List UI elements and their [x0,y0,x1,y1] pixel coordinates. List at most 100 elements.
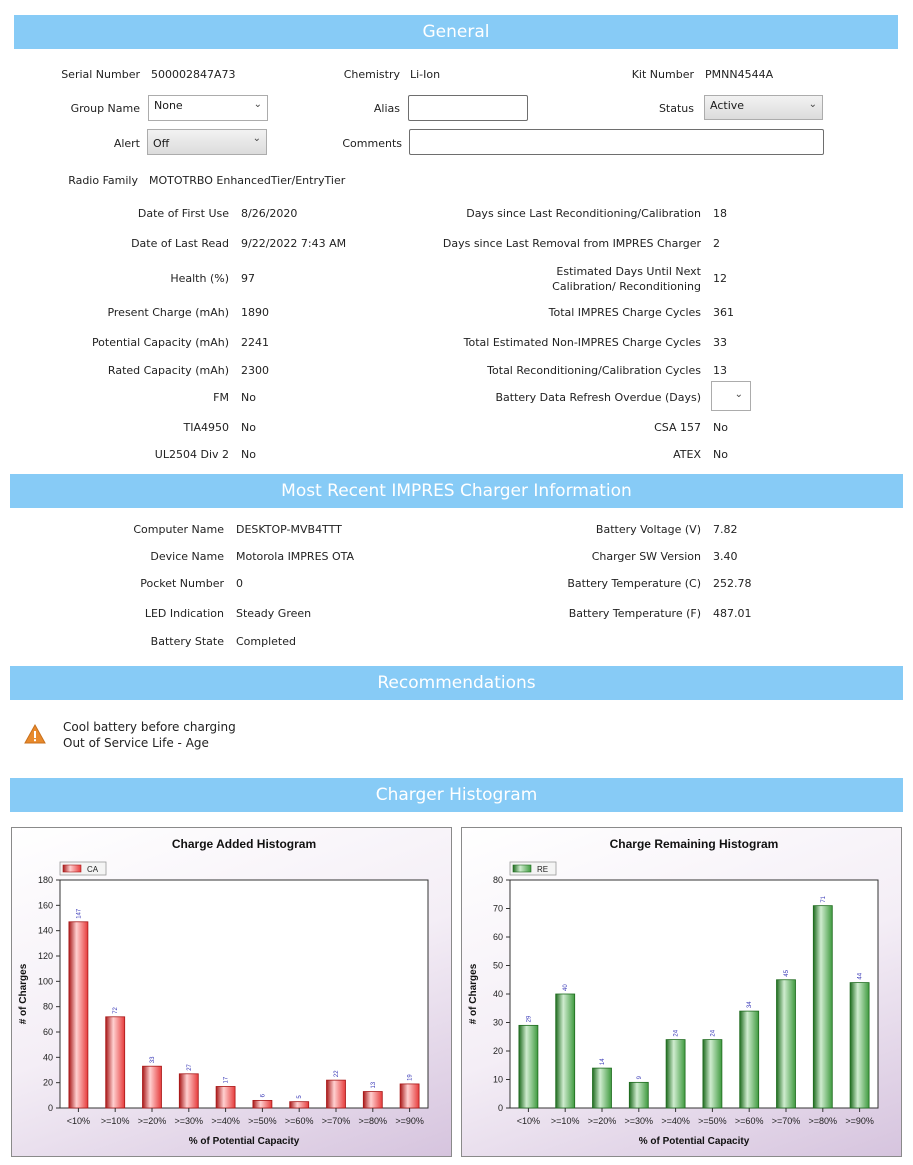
alert-dropdown[interactable]: Off ⌄ [147,129,267,155]
data-label: 24 [710,1029,716,1036]
detail-label: Estimated Days Until Next Calibration/ R… [552,265,701,293]
detail-value: 18 [713,207,727,220]
general-section-title: General [422,22,490,42]
recommendations-section-title: Recommendations [377,673,536,693]
y-tick-label: 20 [43,1078,53,1088]
x-tick-label: >=70% [322,1116,351,1126]
status-label: Status [658,102,694,115]
detail-label: Date of Last Read [131,237,229,250]
detail-label: Days since Last Reconditioning/Calibrati… [466,207,701,220]
bar [215,1086,236,1109]
bar [289,1101,310,1109]
alias-label: Alias [373,102,400,115]
x-tick-label: >=30% [625,1116,654,1126]
y-tick-label: 0 [48,1103,53,1113]
charger-info-section-header: Most Recent IMPRES Charger Information [10,474,903,508]
y-tick-label: 60 [43,1027,53,1037]
y-tick-label: 40 [43,1052,53,1062]
data-label: 147 [76,908,82,919]
chevron-down-icon: ⌄ [734,389,743,400]
bar [326,1079,346,1109]
charger-label: Battery Temperature (F) [568,607,701,620]
y-tick-label: 50 [493,961,503,971]
detail-value: 2 [713,237,720,250]
x-tick-label: >=40% [211,1116,240,1126]
detail-value: No [713,421,728,434]
charger-label: Pocket Number [140,577,224,590]
legend-swatch [512,864,532,873]
comments-label: Comments [342,137,402,150]
data-label: 13 [371,1081,377,1088]
detail-value: 13 [713,364,727,377]
detail-value: No [713,448,728,461]
data-label: 24 [674,1029,680,1036]
detail-label: Total Estimated Non-IMPRES Charge Cycles [463,336,701,349]
chevron-down-icon: ⌄ [253,99,262,110]
bar [628,1081,649,1109]
bar [252,1099,273,1109]
charger-value: DESKTOP-MVB4TTT [236,523,342,536]
data-label: 19 [408,1074,414,1081]
detail-label: Days since Last Removal from IMPRES Char… [442,237,701,250]
legend-label: RE [537,865,548,874]
charger-value: 7.82 [713,523,738,536]
charger-value: 0 [236,577,243,590]
detail-label: Health (%) [170,272,229,285]
kit-number-label: Kit Number [631,68,694,81]
detail-value: No [241,391,256,404]
x-tick-label: >=60% [735,1116,764,1126]
group-name-selected: None [154,99,183,112]
detail-value: No [241,448,256,461]
charger-value: Steady Green [236,607,312,620]
data-label: 29 [526,1015,532,1022]
detail-value: 97 [241,272,255,285]
alias-input[interactable] [408,95,528,121]
refresh-overdue-dropdown[interactable]: ⌄ [711,381,751,411]
data-label: 40 [563,984,569,991]
detail-label: CSA 157 [654,421,701,434]
x-tick-label: >=80% [809,1116,838,1126]
bar [518,1024,539,1109]
group-name-dropdown[interactable]: None ⌄ [148,95,268,121]
data-label: 33 [150,1056,156,1063]
detail-value: 8/26/2020 [241,207,298,220]
detail-value: No [241,421,256,434]
y-tick-label: 80 [43,1002,53,1012]
y-tick-label: 40 [493,989,503,999]
y-tick-label: 180 [38,875,53,885]
x-tick-label: >=10% [551,1116,580,1126]
chevron-down-icon: ⌄ [808,99,817,110]
y-axis-label: # of Charges [18,963,29,1024]
recommendation-item: Out of Service Life - Age [63,736,209,750]
charger-label: Charger SW Version [591,550,701,563]
histogram-section-header: Charger Histogram [10,778,903,812]
charger-label: Battery Temperature (C) [567,577,701,590]
group-name-label: Group Name [70,102,140,115]
warning-icon [24,724,46,744]
data-label: 22 [334,1070,340,1077]
detail-label: Potential Capacity (mAh) [91,336,229,349]
detail-label: UL2504 Div 2 [154,448,229,461]
detail-value: 1890 [241,306,269,319]
charge-added-chart: Charge Added Histogram CA 0 20 40 60 80 100 120 1… [18,837,429,1147]
alert-label: Alert [113,137,140,150]
detail-value: 361 [713,306,734,319]
data-label: 17 [224,1076,230,1083]
x-axis-label: % of Potential Capacity [639,1136,750,1147]
detail-value: 9/22/2022 7:43 AM [241,237,347,250]
charger-label: Computer Name [133,523,224,536]
charger-label: Battery State [150,635,224,648]
histogram-section-title: Charger Histogram [375,785,538,805]
x-tick-label: >=90% [395,1116,424,1126]
status-dropdown[interactable]: Active ⌄ [704,95,823,120]
x-tick-label: >=70% [772,1116,801,1126]
detail-value: 2241 [241,336,269,349]
comments-input[interactable] [409,129,824,155]
detail-value: 2300 [241,364,269,377]
y-tick-label: 120 [38,951,53,961]
charger-value: Motorola IMPRES OTA [236,550,355,563]
charge-remaining-chart-panel: Charge Remaining Histogram RE 0 10 20 30 40 50 6… [461,827,902,1157]
x-tick-label: >=10% [101,1116,130,1126]
data-label: 45 [784,969,790,976]
detail-label: Total IMPRES Charge Cycles [548,306,701,319]
